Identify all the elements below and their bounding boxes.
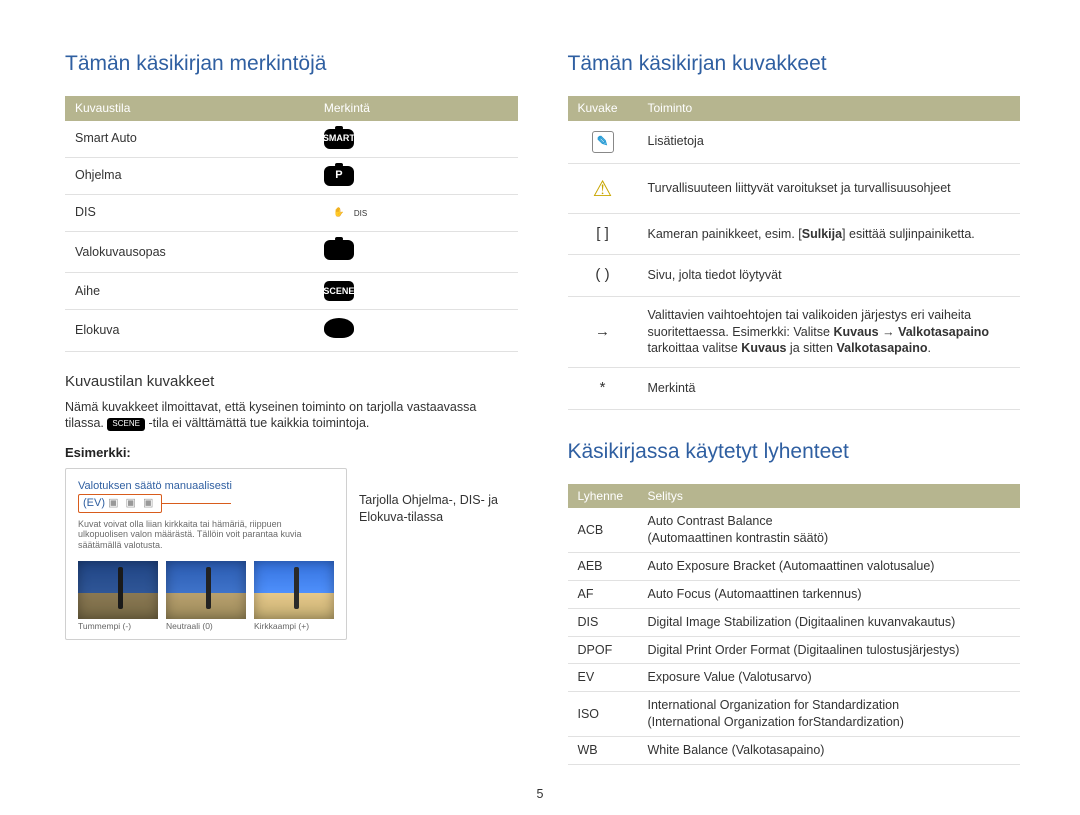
- left-column: Tämän käsikirjan merkintöjä Kuvaustila M…: [65, 50, 518, 765]
- func-text: Kameran painikkeet, esim. [Sulkija] esit…: [638, 214, 1021, 255]
- mode-label: Smart Auto: [65, 121, 314, 158]
- scene-clapper-icon: SCENE: [324, 281, 354, 301]
- th-mark: Merkintä: [314, 96, 518, 120]
- asterisk-icon: *: [568, 368, 638, 409]
- abbr: EV: [568, 664, 638, 692]
- program-cam-icon: P: [324, 166, 354, 186]
- abbr: DPOF: [568, 636, 638, 664]
- func-text: Merkintä: [638, 368, 1021, 409]
- dis-hand-icon: ✋: [324, 203, 354, 223]
- abbr: WB: [568, 737, 638, 765]
- abbr-text: Digital Print Order Format (Digitaalinen…: [638, 636, 1021, 664]
- thumb-neutral: Neutraali (0): [166, 561, 246, 632]
- note-icon: ✎: [592, 131, 614, 153]
- scene-chip-icon: SCENE: [107, 418, 145, 431]
- example-callout: Tarjolla Ohjelma-, DIS- ja Elokuva-tilas…: [359, 468, 518, 526]
- th-icon: Kuvake: [568, 96, 638, 120]
- abbr-text: Exposure Value (Valotusarvo): [638, 664, 1021, 692]
- heading-icons: Tämän käsikirjan kuvakkeet: [568, 50, 1021, 78]
- abbr-text: Digital Image Stabilization (Digitaaline…: [638, 608, 1021, 636]
- heading-markings: Tämän käsikirjan merkintöjä: [65, 50, 518, 78]
- mode-label: Valokuvausopas: [65, 231, 314, 273]
- example-panel: Valotuksen säätö manuaalisesti (EV) ▣ ▣ …: [65, 468, 347, 640]
- func-text: Valittavien vaihtoehtojen tai valikoiden…: [638, 296, 1021, 368]
- th-mode: Kuvaustila: [65, 96, 314, 120]
- mode-label: DIS: [65, 194, 314, 231]
- subheading-mode-icons: Kuvaustilan kuvakkeet: [65, 372, 518, 392]
- smart-auto-cam-icon: SMART: [324, 129, 354, 149]
- mode-label: Elokuva: [65, 310, 314, 352]
- heading-abbr: Käsikirjassa käytetyt lyhenteet: [568, 438, 1021, 466]
- ev-title: Valotuksen säätö manuaalisesti: [78, 479, 334, 494]
- func-text: Turvallisuuteen liittyvät varoitukset ja…: [638, 163, 1021, 214]
- th-abbr: Lyhenne: [568, 484, 638, 508]
- page-number: 5: [0, 786, 1080, 803]
- paren-icon: ( ): [568, 255, 638, 296]
- mini-mode-icons: ▣ ▣ ▣: [108, 497, 155, 509]
- abbr-text: Auto Exposure Bracket (Automaattinen val…: [638, 552, 1021, 580]
- brackets-icon: [ ]: [568, 214, 638, 255]
- shooting-mode-table: Kuvaustila Merkintä Smart Auto SMART Ohje…: [65, 96, 518, 352]
- thumb-brighter: Kirkkaampi (+): [254, 561, 334, 632]
- abbr: AF: [568, 580, 638, 608]
- func-text: Lisätietoja: [638, 121, 1021, 164]
- th-function: Toiminto: [638, 96, 1021, 120]
- abbr-text: Auto Focus (Automaattinen tarkennus): [638, 580, 1021, 608]
- abbr-text: International Organization for Standardi…: [638, 692, 1021, 737]
- mode-label: Ohjelma: [65, 157, 314, 194]
- right-column: Tämän käsikirjan kuvakkeet Kuvake Toimin…: [568, 50, 1021, 765]
- arrow-icon: →: [568, 296, 638, 368]
- mode-label: Aihe: [65, 273, 314, 310]
- photoguide-cam-icon: [324, 240, 354, 260]
- abbr: ACB: [568, 508, 638, 552]
- mode-icons-paragraph: Nämä kuvakkeet ilmoittavat, että kyseine…: [65, 399, 518, 433]
- example-label: Esimerkki:: [65, 444, 518, 462]
- abbr-text: Auto Contrast Balance(Automaattinen kont…: [638, 508, 1021, 552]
- abbreviations-table: Lyhenne Selitys ACBAuto Contrast Balance…: [568, 484, 1021, 765]
- manual-icons-table: Kuvake Toiminto ✎ Lisätietoja ⚠ Turvallisu…: [568, 96, 1021, 409]
- ev-note: Kuvat voivat olla liian kirkkaita tai hä…: [78, 519, 334, 551]
- abbr: DIS: [568, 608, 638, 636]
- abbr: AEB: [568, 552, 638, 580]
- warning-icon: ⚠: [593, 176, 613, 201]
- ev-mode-badge: (EV) ▣ ▣ ▣: [78, 494, 162, 513]
- thumb-darker: Tummempi (-): [78, 561, 158, 632]
- th-explain: Selitys: [638, 484, 1021, 508]
- abbr: ISO: [568, 692, 638, 737]
- abbr-text: White Balance (Valkotasapaino): [638, 737, 1021, 765]
- func-text: Sivu, jolta tiedot löytyvät: [638, 255, 1021, 296]
- movie-cam-icon: [324, 318, 354, 338]
